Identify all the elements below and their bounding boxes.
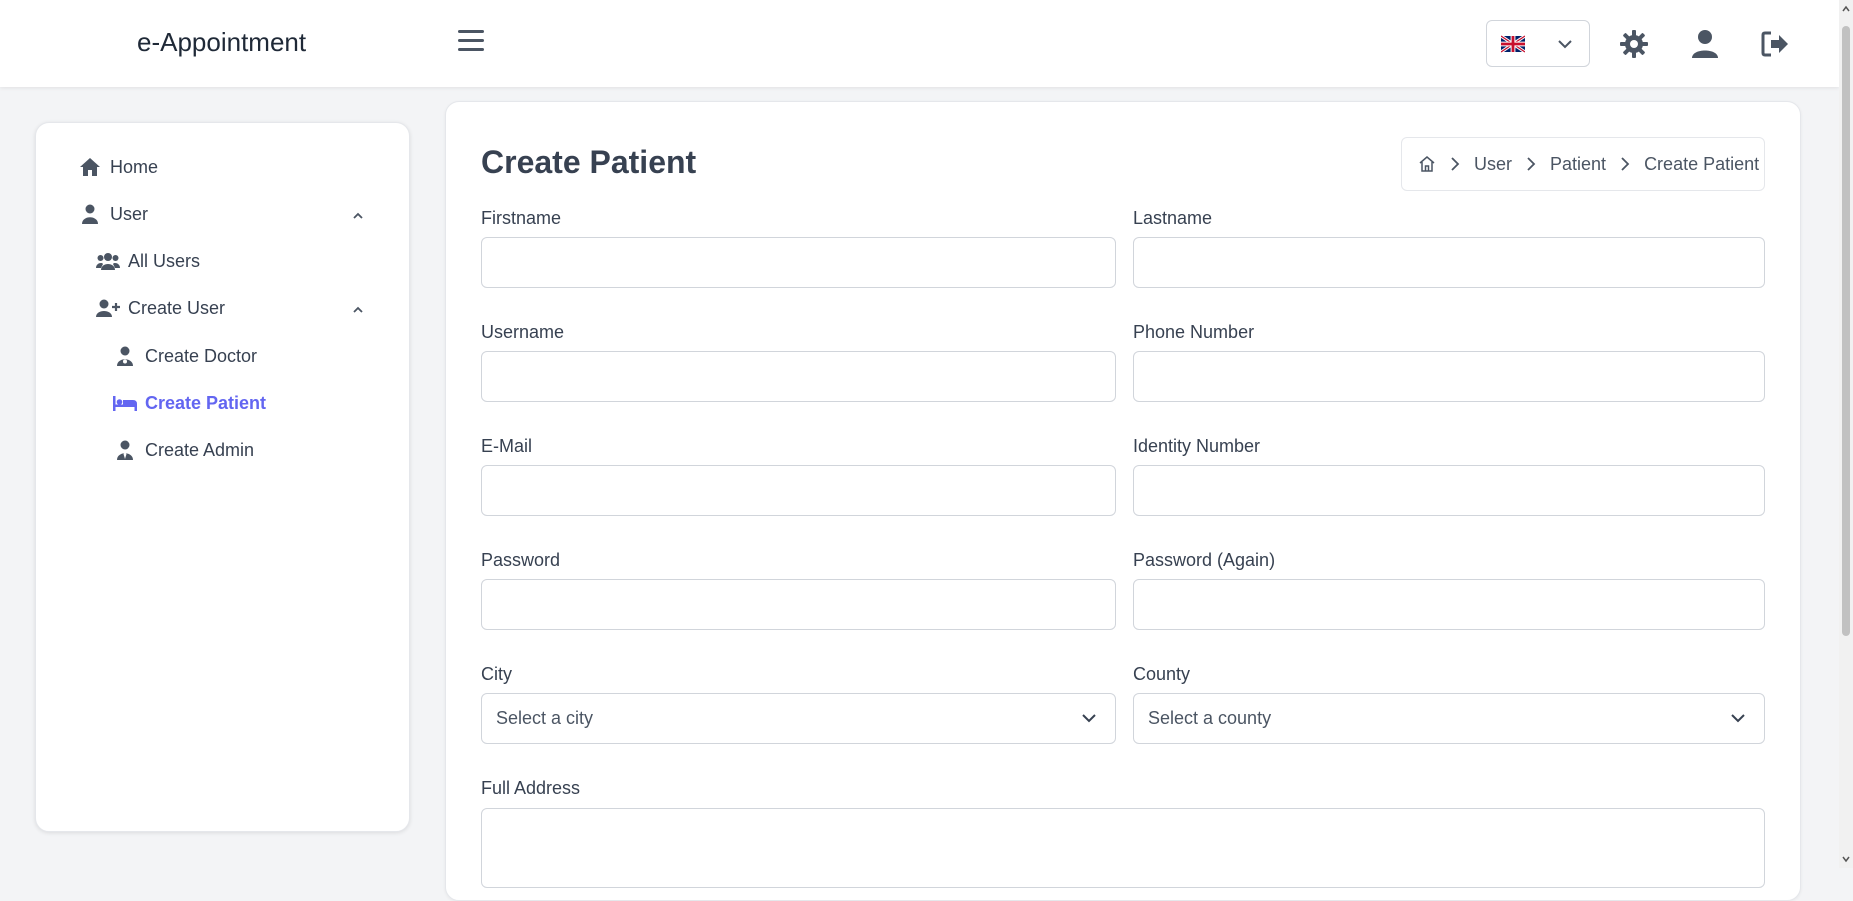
top-bar: e-Appointment — [0, 0, 1839, 87]
sidebar-item-create-user[interactable]: Create User — [96, 293, 225, 323]
phone-field[interactable] — [1134, 352, 1764, 401]
identity-field-wrap — [1133, 465, 1765, 516]
email-field-wrap — [481, 465, 1116, 516]
firstname-field-wrap — [481, 237, 1116, 288]
home-icon — [78, 156, 102, 178]
breadcrumb-item-user[interactable]: User — [1474, 154, 1512, 175]
county-label: County — [1133, 664, 1191, 684]
scrollbar[interactable] — [1839, 0, 1853, 868]
lastname-label: Lastname — [1133, 208, 1213, 228]
sidebar-item-label: All Users — [128, 250, 201, 271]
chevron-down-icon — [1558, 40, 1572, 49]
gear-icon[interactable] — [1618, 28, 1650, 60]
hamburger-menu-icon[interactable] — [458, 30, 484, 56]
scrollbar-thumb[interactable] — [1842, 26, 1850, 636]
chevron-up-icon[interactable] — [351, 303, 365, 317]
firstname-label: Firstname — [481, 208, 562, 228]
users-icon — [96, 250, 120, 272]
page-title: Create Patient — [481, 144, 697, 180]
chevron-down-icon — [1731, 714, 1745, 723]
chevron-down-icon — [1082, 714, 1096, 723]
user-doctor-icon — [113, 345, 137, 367]
user-tie-icon — [113, 439, 137, 461]
email-label: E-Mail — [481, 436, 533, 456]
city-label: City — [481, 664, 512, 684]
logout-icon[interactable] — [1759, 28, 1791, 60]
identity-label: Identity Number — [1133, 436, 1261, 456]
sidebar-item-label: Create User — [128, 297, 226, 318]
sidebar-item-label: Home — [110, 156, 159, 177]
firstname-field[interactable] — [482, 238, 1115, 287]
phone-label: Phone Number — [1133, 322, 1255, 342]
breadcrumb-item-create-patient: Create Patient — [1644, 153, 1760, 174]
uk-flag-icon — [1501, 35, 1525, 53]
user-plus-icon — [96, 297, 120, 319]
username-field-wrap — [481, 351, 1116, 402]
sidebar-item-label: Create Admin — [145, 439, 255, 460]
app-brand[interactable]: e-Appointment — [137, 27, 306, 58]
bed-icon — [113, 392, 137, 414]
sidebar-item-create-admin[interactable]: Create Admin — [113, 435, 254, 465]
username-label: Username — [481, 322, 565, 342]
password-again-field[interactable] — [1134, 580, 1764, 629]
sidebar-item-label: Create Patient — [145, 392, 267, 413]
sidebar-item-all-users[interactable]: All Users — [96, 246, 200, 276]
password-field-wrap — [481, 579, 1116, 630]
chevron-right-icon — [1620, 157, 1630, 171]
identity-number-field[interactable] — [1134, 466, 1764, 515]
city-select[interactable]: Select a city — [481, 693, 1116, 744]
breadcrumb-item-patient[interactable]: Patient — [1550, 154, 1606, 175]
sidebar-item-create-doctor[interactable]: Create Doctor — [113, 341, 257, 371]
address-label: Full Address — [481, 778, 581, 798]
sidebar-item-label: User — [110, 203, 149, 224]
lastname-field[interactable] — [1134, 238, 1764, 287]
county-select[interactable]: Select a county — [1133, 693, 1765, 744]
chevron-right-icon — [1526, 157, 1536, 171]
email-field[interactable] — [482, 466, 1115, 515]
language-select[interactable] — [1486, 20, 1590, 67]
county-select-value: Select a county — [1148, 708, 1272, 728]
password-again-label: Password (Again) — [1133, 550, 1276, 570]
city-select-value: Select a city — [496, 708, 594, 728]
sidebar-item-home[interactable]: Home — [78, 152, 158, 182]
phone-field-wrap — [1133, 351, 1765, 402]
chevron-up-icon[interactable] — [351, 209, 365, 223]
breadcrumb: User Patient Create Patient — [1401, 137, 1765, 191]
user-icon[interactable] — [1689, 28, 1721, 60]
address-field[interactable] — [481, 808, 1765, 888]
home-icon[interactable] — [1418, 155, 1436, 173]
sidebar-item-create-patient[interactable]: Create Patient — [113, 388, 266, 418]
password-label: Password — [481, 550, 561, 570]
password-field[interactable] — [482, 580, 1115, 629]
sidebar-item-user[interactable]: User — [78, 199, 148, 229]
scroll-up-arrow-icon[interactable] — [1841, 4, 1851, 14]
lastname-field-wrap — [1133, 237, 1765, 288]
username-field[interactable] — [482, 352, 1115, 401]
chevron-right-icon — [1450, 157, 1460, 171]
user-icon — [78, 203, 102, 225]
sidebar-item-label: Create Doctor — [145, 345, 258, 366]
scroll-down-arrow-icon[interactable] — [1841, 854, 1851, 864]
password-again-field-wrap — [1133, 579, 1765, 630]
